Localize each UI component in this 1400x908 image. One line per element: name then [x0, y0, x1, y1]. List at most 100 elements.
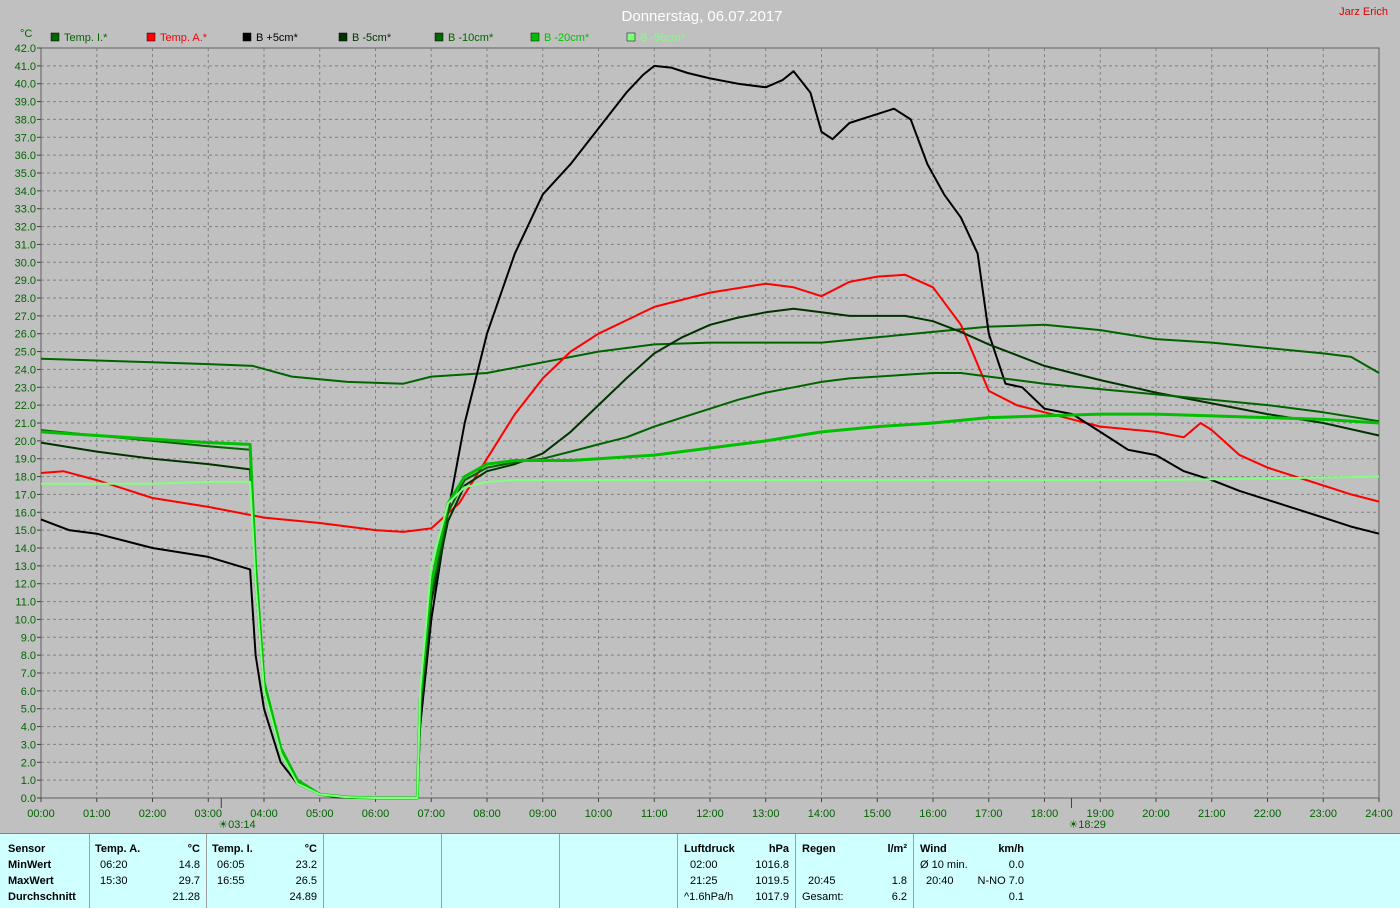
y-tick-label: 38.0	[15, 114, 36, 126]
x-tick-label: 22:00	[1254, 808, 1282, 820]
x-tick-label: 15:00	[863, 808, 891, 820]
y-tick-label: 2.0	[21, 757, 36, 769]
y-tick-label: 40.0	[15, 79, 36, 91]
y-tick-label: 3.0	[21, 739, 36, 751]
x-tick-label: 01:00	[83, 808, 111, 820]
y-tick-label: 1.0	[21, 775, 36, 787]
minwert-label: MinWert	[8, 859, 52, 871]
temp-a-min: 14.8	[178, 859, 200, 871]
author-label: Jarz Erich	[1339, 6, 1388, 18]
x-tick-label: 12:00	[696, 808, 724, 820]
temp-i-avg: 24.89	[289, 891, 317, 903]
x-tick-label: 21:00	[1198, 808, 1226, 820]
x-tick-label: 24:00	[1365, 808, 1393, 820]
y-tick-label: 11.0	[15, 597, 36, 609]
y-tick-label: 19.0	[15, 454, 36, 466]
durchschnitt-label: Durchschnitt	[8, 891, 76, 903]
rain-total: 6.2	[891, 891, 907, 903]
x-tick-label: 09:00	[529, 808, 557, 820]
y-tick-label: 39.0	[15, 97, 36, 109]
x-tick-label: 11:00	[641, 808, 668, 820]
temp-a-max: 29.7	[178, 875, 200, 887]
rain-total-label: Gesamt:	[802, 891, 844, 903]
pressure-min-time: 02:00	[690, 859, 718, 871]
legend-swatch	[146, 32, 156, 42]
legend-label: Temp. I.*	[64, 32, 108, 44]
x-tick-label: 14:00	[808, 808, 836, 820]
temp-i-min: 23.2	[295, 859, 317, 871]
rain-max: 1.8	[891, 875, 907, 887]
y-tick-label: 28.0	[15, 293, 36, 305]
y-tick-label: 27.0	[15, 311, 36, 323]
temp-i-min-time: 06:05	[217, 859, 245, 871]
y-tick-label: 36.0	[15, 150, 36, 162]
y-tick-label: 15.0	[15, 525, 36, 537]
legend-label: B -50cm*	[640, 32, 686, 44]
rain-header: Regen	[802, 843, 836, 855]
wind-max-time: 20:40	[926, 875, 954, 887]
legend-label: B +5cm*	[256, 32, 299, 44]
x-tick-label: 06:00	[362, 808, 390, 820]
stats-pressure-column: Luftdruck hPa 02:00 1016.8 21:25 1019.5 …	[678, 834, 796, 908]
legend-swatch	[338, 32, 348, 42]
legend-label: B -5cm*	[352, 32, 392, 44]
stats-temp-i-column: Temp. I. °C 06:05 23.2 16:55 26.5 24.89	[207, 834, 324, 908]
y-tick-label: 33.0	[15, 204, 36, 216]
y-tick-label: 4.0	[21, 722, 36, 734]
temp-i-max: 26.5	[295, 875, 317, 887]
rain-max-time: 20:45	[808, 875, 836, 887]
rain-unit: l/m²	[887, 843, 907, 855]
y-tick-label: 14.0	[15, 543, 36, 555]
y-tick-label: 30.0	[15, 257, 36, 269]
legend-label: B -10cm*	[448, 32, 494, 44]
legend-swatch	[50, 32, 60, 42]
y-tick-label: 8.0	[21, 650, 36, 662]
stats-empty-column-3	[560, 834, 678, 908]
y-tick-label: 37.0	[15, 132, 36, 144]
pressure-trend: ^1.6hPa/h	[684, 891, 734, 903]
y-tick-label: 10.0	[15, 614, 36, 626]
pressure-max-time: 21:25	[690, 875, 718, 887]
legend-label: B -20cm*	[544, 32, 590, 44]
legend-label: Temp. A.*	[160, 32, 208, 44]
temp-a-min-time: 06:20	[100, 859, 128, 871]
x-tick-label: 16:00	[919, 808, 947, 820]
y-tick-label: 7.0	[21, 668, 36, 680]
y-tick-label: 31.0	[15, 239, 36, 251]
x-tick-label: 02:00	[139, 808, 167, 820]
wind-avg: 0.0	[1008, 859, 1024, 871]
statistics-panel: Sensor MinWert MaxWert Durchschnitt Temp…	[0, 833, 1400, 908]
y-tick-label: 29.0	[15, 275, 36, 287]
y-tick-label: 25.0	[15, 347, 36, 359]
x-tick-label: 13:00	[752, 808, 780, 820]
temp-a-unit: °C	[187, 843, 200, 855]
legend-swatch	[434, 32, 444, 42]
pressure-min: 1016.8	[755, 859, 789, 871]
y-tick-label: 20.0	[15, 436, 36, 448]
temp-i-unit: °C	[304, 843, 317, 855]
y-tick-label: 41.0	[15, 61, 36, 73]
x-tick-label: 17:00	[975, 808, 1003, 820]
x-tick-label: 08:00	[473, 808, 501, 820]
y-tick-label: 26.0	[15, 329, 36, 341]
y-tick-label: 35.0	[15, 168, 36, 180]
temp-a-max-time: 15:30	[100, 875, 128, 887]
y-tick-label: 34.0	[15, 186, 36, 198]
pressure-max: 1019.5	[755, 875, 789, 887]
y-tick-label: 0.0	[21, 793, 36, 805]
y-tick-label: 32.0	[15, 222, 36, 234]
stats-rain-column: Regen l/m² 20:45 1.8 Gesamt: 6.2	[796, 834, 914, 908]
y-tick-label: 24.0	[15, 364, 36, 376]
y-tick-label: 13.0	[15, 561, 36, 573]
y-tick-label: 22.0	[15, 400, 36, 412]
temp-i-max-time: 16:55	[217, 875, 245, 887]
x-tick-label: 05:00	[306, 808, 334, 820]
x-tick-label: 18:00	[1031, 808, 1059, 820]
y-tick-label: 42.0	[15, 43, 36, 55]
stats-wind-column: Wind km/h Ø 10 min. 0.0 20:40 N-NO 7.0 0…	[914, 834, 1030, 908]
x-tick-label: 00:00	[27, 808, 55, 820]
sunset-label: ☀18:29	[1068, 819, 1105, 831]
y-tick-label: 21.0	[15, 418, 36, 430]
y-tick-label: 17.0	[15, 489, 36, 501]
temp-a-header: Temp. A.	[95, 843, 141, 855]
